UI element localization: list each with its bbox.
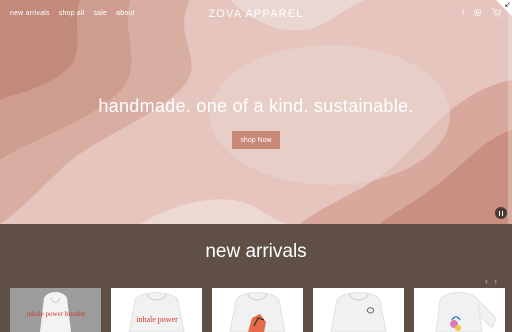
product-image: [330, 292, 387, 332]
header-icons: f: [462, 8, 502, 19]
product-image: inhale power: [128, 292, 185, 332]
print-text: inhale power breathe: [27, 310, 86, 318]
product-card[interactable]: inhale power: [111, 288, 202, 332]
hero-headline: handmade. one of a kind. sustainable.: [98, 96, 414, 116]
shop-now-button[interactable]: shop Now: [232, 131, 280, 149]
carousel-arrows: ‹ ›: [485, 276, 497, 286]
product-image: inhale power breathe: [27, 292, 86, 332]
product-card[interactable]: [212, 288, 303, 332]
prev-arrow-icon[interactable]: ‹: [485, 276, 488, 286]
product-image: [435, 292, 497, 332]
product-card[interactable]: [414, 288, 505, 332]
facebook-icon[interactable]: f: [462, 10, 464, 17]
product-carousel: inhale power breathe inhale power: [10, 288, 505, 332]
brand-logo[interactable]: ZOVA APPAREL: [0, 8, 512, 20]
section-title: new arrivals: [205, 241, 307, 262]
print-text: inhale power: [136, 315, 178, 324]
pause-button[interactable]: [495, 207, 507, 219]
expand-icon[interactable]: ↙: [504, 0, 511, 10]
cart-icon[interactable]: [491, 8, 502, 19]
product-card[interactable]: inhale power breathe: [10, 288, 101, 332]
product-image: [229, 292, 286, 332]
next-arrow-icon[interactable]: ›: [494, 276, 497, 286]
instagram-icon[interactable]: [474, 9, 481, 18]
product-card[interactable]: [313, 288, 404, 332]
